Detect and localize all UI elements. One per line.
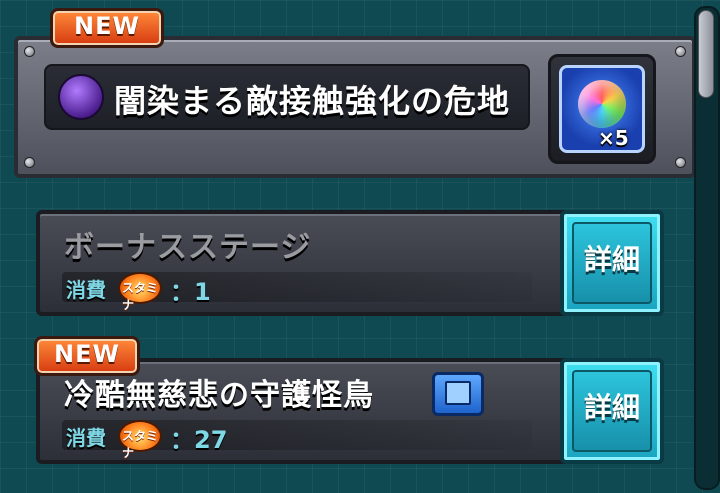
stage-name: 冷酷無慈悲の守護怪鳥	[64, 378, 374, 413]
stage-row-bonus[interactable]: ボーナスステージ 消費 スタミナ ：1 詳細	[36, 210, 664, 316]
detail-button[interactable]: 詳細	[560, 210, 664, 316]
stamina-icon-label: スタミナ	[122, 429, 159, 460]
detail-button-label: 詳細	[583, 391, 640, 424]
detail-button[interactable]: 詳細	[560, 358, 664, 464]
rainbow-orb-icon	[578, 80, 626, 128]
cost-value: ：1	[170, 278, 211, 306]
stamina-icon: スタミナ	[118, 272, 162, 312]
quest-title: 闇染まる敵接触強化の危地	[114, 82, 511, 120]
stage-cost-bar: 消費 スタミナ ：27	[62, 420, 532, 460]
reward-frame: ×5	[548, 54, 656, 164]
detail-button-label: 詳細	[583, 243, 640, 276]
new-badge: NEW	[34, 336, 140, 376]
rivet	[24, 157, 35, 168]
rivet	[675, 157, 686, 168]
reward-slot: ×5	[559, 65, 645, 153]
scroll-thumb[interactable]	[698, 10, 714, 98]
stamina-icon: スタミナ	[118, 420, 162, 460]
rivet	[675, 46, 686, 57]
stamina-icon-label: スタミナ	[122, 281, 159, 312]
dark-element-icon	[58, 74, 104, 120]
cost-label: 消費	[66, 426, 106, 450]
book-icon	[432, 372, 484, 416]
new-badge: NEW	[50, 8, 164, 48]
rivet	[24, 46, 35, 57]
stage-name: ボーナスステージ	[64, 230, 312, 265]
quest-title-plate: 闇染まる敵接触強化の危地	[44, 64, 530, 130]
quest-header-panel[interactable]: 闇染まる敵接触強化の危地 ×5	[14, 36, 696, 178]
scrollbar[interactable]	[694, 6, 720, 490]
cost-label: 消費	[66, 278, 106, 302]
reward-count: ×5	[598, 126, 629, 150]
cost-value: ：27	[170, 426, 228, 454]
stage-cost-bar: 消費 スタミナ ：1	[62, 272, 532, 312]
